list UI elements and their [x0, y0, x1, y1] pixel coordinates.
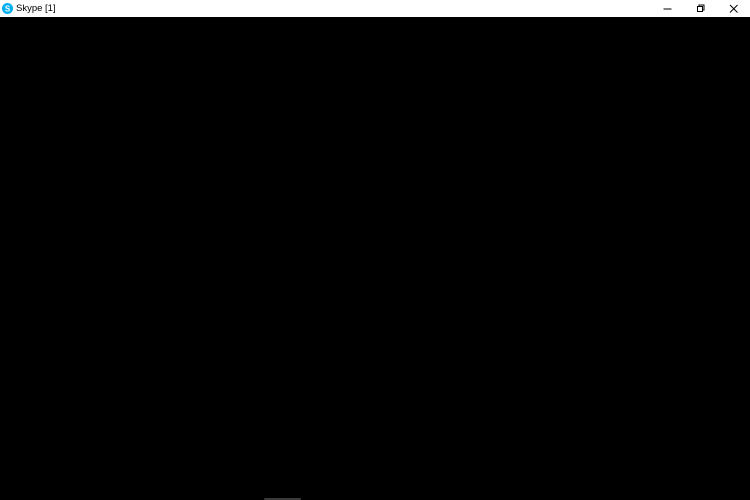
skype-icon: S: [2, 3, 13, 14]
close-button[interactable]: [717, 0, 750, 17]
minimize-button[interactable]: [651, 0, 684, 17]
svg-text:S: S: [5, 4, 11, 13]
window-title: Skype [1]: [16, 3, 56, 14]
skype-window: S Skype [1]: [0, 0, 750, 500]
minimize-icon: [663, 4, 673, 14]
restore-button[interactable]: [684, 0, 717, 17]
restore-icon: [696, 4, 706, 14]
close-icon: [729, 4, 739, 14]
title-bar[interactable]: S Skype [1]: [0, 0, 750, 17]
window-controls: [651, 0, 750, 17]
content-area: [0, 17, 750, 500]
